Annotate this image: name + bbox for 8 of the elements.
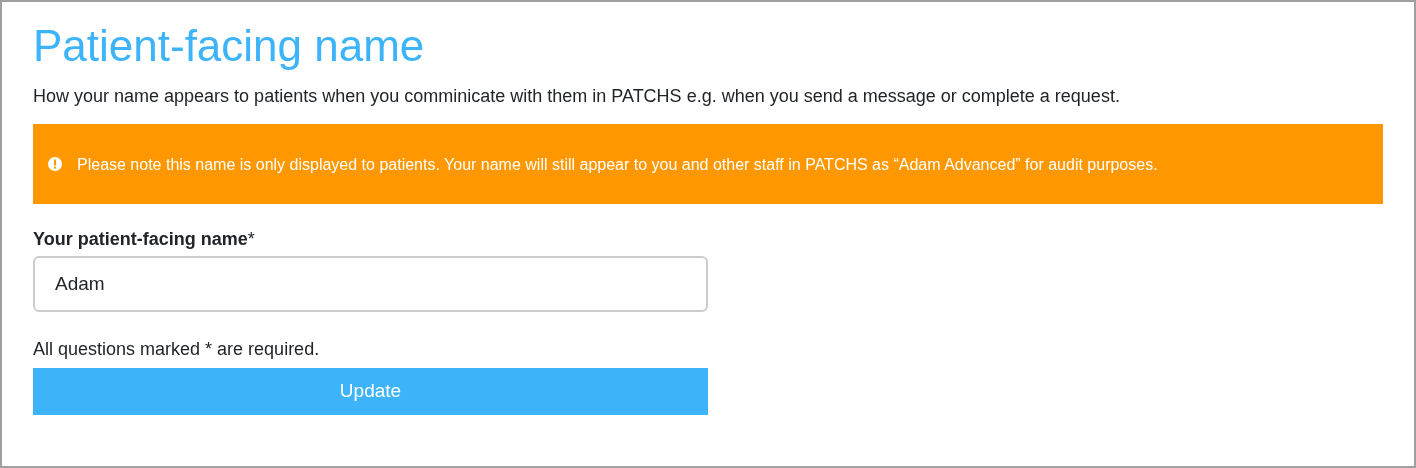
warning-icon <box>47 156 63 172</box>
required-note: All questions marked * are required. <box>33 338 321 361</box>
required-mark: * <box>247 228 255 251</box>
name-field[interactable]: Adam <box>33 256 708 312</box>
field-label: Your patient-facing name <box>33 228 248 251</box>
alert-text: Please note this name is only displayed to patients. Your name will still appear to you and other staff in PATCHS as “Adam Advanced” for audit purposes. <box>77 154 1158 175</box>
description: How your name appears to patients when you comminicate with them in PATCHS e.g. when you send a message or complete a request. <box>33 85 1121 108</box>
page-title: Patient-facing name <box>33 20 426 72</box>
